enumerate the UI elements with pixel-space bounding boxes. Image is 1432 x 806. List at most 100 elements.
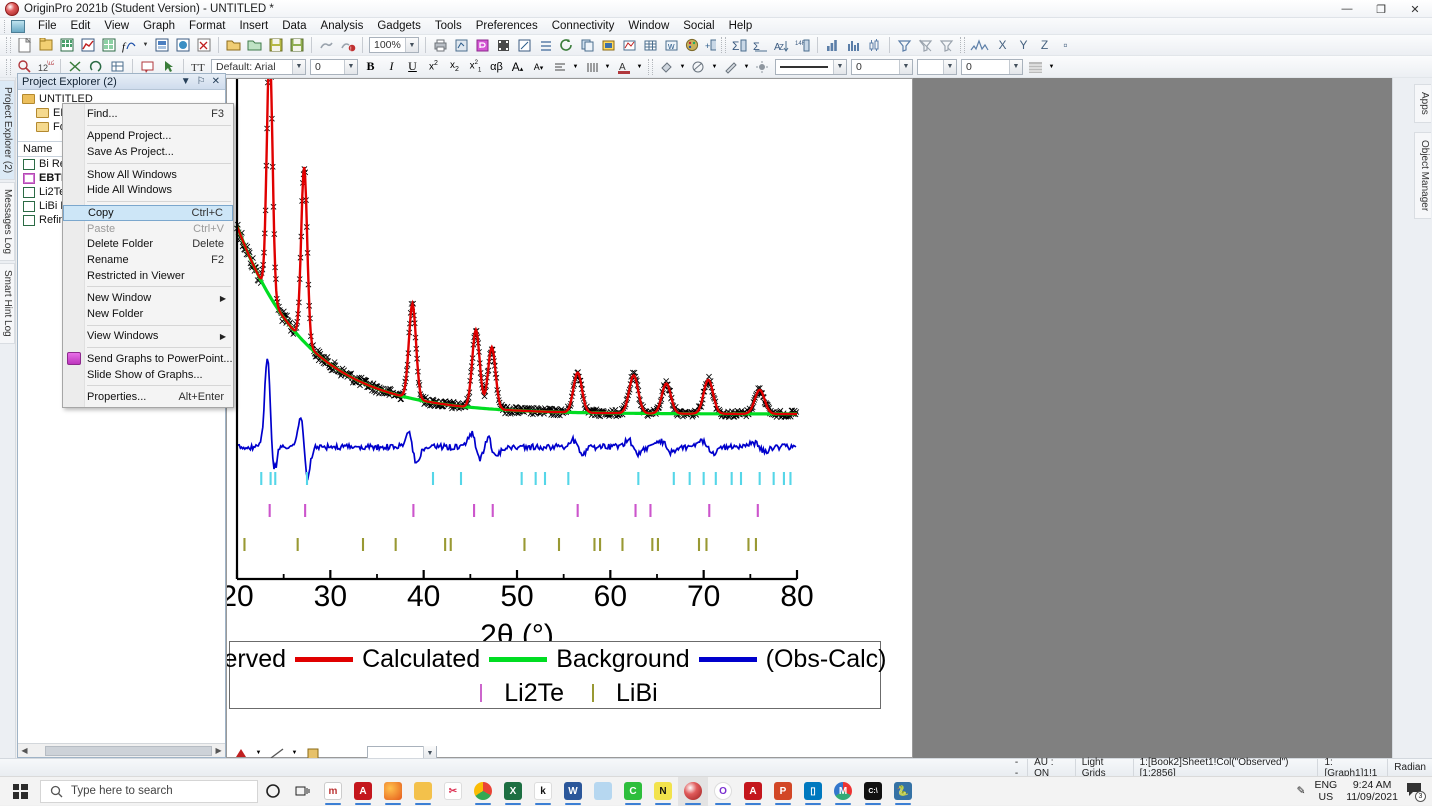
font-size-combo[interactable]: 0 ▼	[310, 58, 358, 75]
duplicate-icon[interactable]	[578, 36, 597, 54]
opera-icon[interactable]: O	[708, 777, 738, 806]
python-icon[interactable]: 🐍	[888, 777, 918, 806]
context-menu-item-new-folder[interactable]: New Folder	[63, 306, 233, 322]
new-matrix-icon[interactable]	[99, 36, 118, 54]
merge-graph-icon[interactable]	[641, 36, 660, 54]
menu-item-help[interactable]: Help	[722, 19, 760, 33]
left-tab-project-explorer-2[interactable]: Project Explorer (2)	[0, 80, 15, 181]
file-explorer-icon[interactable]	[408, 777, 438, 806]
pin-icon[interactable]: ⚐	[197, 76, 206, 87]
new-function-dropdown-icon[interactable]: ▼	[141, 36, 150, 54]
legend-item-calculated[interactable]: Calculated	[286, 645, 480, 674]
filter-icon[interactable]	[895, 36, 914, 54]
remove-filter-icon[interactable]	[916, 36, 935, 54]
open-excel-icon[interactable]	[245, 36, 264, 54]
toolbar-grip[interactable]	[6, 37, 11, 53]
project-explorer-context-menu[interactable]: Find... F3 Append Project... Save As Projec…	[62, 103, 234, 408]
context-menu-item-new-window[interactable]: New Window ▶	[63, 290, 233, 306]
pattern-button[interactable]	[689, 58, 708, 76]
fill-color-button[interactable]	[657, 58, 676, 76]
pattern-dropdown-icon[interactable]: ▼	[710, 58, 719, 76]
new-notes-icon[interactable]	[173, 36, 192, 54]
refresh-icon[interactable]	[557, 36, 576, 54]
context-menu-item-find[interactable]: Find... F3	[63, 106, 233, 122]
greek-button[interactable]: αβ	[487, 58, 506, 76]
menu-item-graph[interactable]: Graph	[136, 19, 182, 33]
new-function-plot-icon[interactable]: f	[120, 36, 139, 54]
chevron-down-icon[interactable]: ▼	[344, 59, 357, 74]
legend-item-li2te[interactable]: Li2Te	[452, 679, 564, 708]
task-view-icon[interactable]	[288, 777, 318, 806]
color-palette-icon[interactable]	[683, 36, 702, 54]
sum-column-icon[interactable]: Σ	[730, 36, 749, 54]
cortana-icon[interactable]	[258, 777, 288, 806]
decrease-font-button[interactable]: A▾	[529, 58, 548, 76]
legend-item-observed[interactable]: erved	[227, 645, 286, 674]
status-dataset[interactable]: 1:[Book2]Sheet1!Col("Observed")[1:2856]	[1134, 757, 1319, 779]
notepadpp-icon[interactable]: N	[648, 777, 678, 806]
word-icon[interactable]: W	[558, 777, 588, 806]
new-folder-icon[interactable]	[36, 36, 55, 54]
line-color-button[interactable]	[721, 58, 740, 76]
sort-icon[interactable]: AZ	[772, 36, 791, 54]
symbol-combo[interactable]: ▼	[917, 58, 957, 75]
bar-chart-icon[interactable]	[823, 36, 842, 54]
legend-item--obs-calc[interactable]: (Obs-Calc)	[690, 645, 886, 674]
legend-item-libi[interactable]: LiBi	[564, 679, 658, 708]
chrome-icon[interactable]	[468, 777, 498, 806]
right-tab-apps[interactable]: Apps	[1414, 84, 1431, 123]
context-menu-item-append-project[interactable]: Append Project...	[63, 129, 233, 145]
line-style-combo[interactable]: ▼	[775, 58, 847, 75]
save-template-icon[interactable]	[287, 36, 306, 54]
chevron-down-icon[interactable]: ▼	[1009, 59, 1022, 74]
menu-item-data[interactable]: Data	[275, 19, 313, 33]
superscript-button[interactable]: x2	[424, 58, 443, 76]
fill-dropdown-icon[interactable]: ▼	[678, 58, 687, 76]
save-project-icon[interactable]	[266, 36, 285, 54]
panel-menu-icon[interactable]: ▼	[181, 76, 191, 87]
status-angle-unit[interactable]: Radian	[1388, 759, 1432, 777]
line-width-combo[interactable]: 0 ▼	[851, 58, 913, 75]
new-layer-icon[interactable]: w	[662, 36, 681, 54]
superscript-subscript-button[interactable]: x21	[466, 58, 485, 76]
new-workbook-icon[interactable]	[57, 36, 76, 54]
italic-button[interactable]: I	[382, 58, 401, 76]
menu-item-analysis[interactable]: Analysis	[314, 19, 371, 33]
z-axis-icon[interactable]: Z	[1035, 36, 1054, 54]
left-tab-messages-log[interactable]: Messages Log	[0, 182, 15, 262]
trello-icon[interactable]: ▯	[798, 777, 828, 806]
x-axis-icon[interactable]: X	[993, 36, 1012, 54]
toolbar-grip[interactable]	[960, 37, 965, 53]
line-color-dropdown-icon[interactable]: ▼	[742, 58, 751, 76]
box-chart-icon[interactable]	[865, 36, 884, 54]
new-graph-icon[interactable]	[78, 36, 97, 54]
context-menu-item-rename[interactable]: Rename F2	[63, 252, 233, 268]
scroll-right-icon[interactable]: ▶	[212, 746, 225, 755]
menu-item-file[interactable]: File	[31, 19, 64, 33]
menu-item-preferences[interactable]: Preferences	[469, 19, 545, 33]
new-excel-icon[interactable]	[194, 36, 213, 54]
chevron-down-icon[interactable]: ▼	[292, 59, 305, 74]
clear-worksheet-icon[interactable]	[536, 36, 555, 54]
command-prompt-icon[interactable]: C:\	[858, 777, 888, 806]
send-graphs-powerpoint-icon[interactable]	[473, 36, 492, 54]
slide-show-icon[interactable]	[494, 36, 513, 54]
powerpoint-icon[interactable]: P	[768, 777, 798, 806]
statistics-icon[interactable]: Σ	[751, 36, 770, 54]
print-preview-icon[interactable]	[452, 36, 471, 54]
new-layout-icon[interactable]	[152, 36, 171, 54]
import-single-ascii-icon[interactable]: !	[338, 36, 357, 54]
scroll-left-icon[interactable]: ◀	[18, 746, 31, 755]
originpro-icon[interactable]	[678, 776, 708, 806]
start-button[interactable]	[0, 777, 40, 806]
histogram-icon[interactable]	[844, 36, 863, 54]
firefox-icon[interactable]	[378, 777, 408, 806]
columns-button[interactable]	[582, 58, 601, 76]
context-menu-item-show-all-windows[interactable]: Show All Windows	[63, 167, 233, 183]
graph-window[interactable]: 203040506070802θ (°) ervedCalculatedBack…	[226, 78, 913, 758]
open-icon[interactable]	[224, 36, 243, 54]
panel-close-icon[interactable]: ✕	[212, 76, 220, 87]
align-button[interactable]	[550, 58, 569, 76]
status-grids[interactable]: Light Grids	[1076, 757, 1134, 779]
close-button[interactable]: ✕	[1398, 0, 1432, 18]
